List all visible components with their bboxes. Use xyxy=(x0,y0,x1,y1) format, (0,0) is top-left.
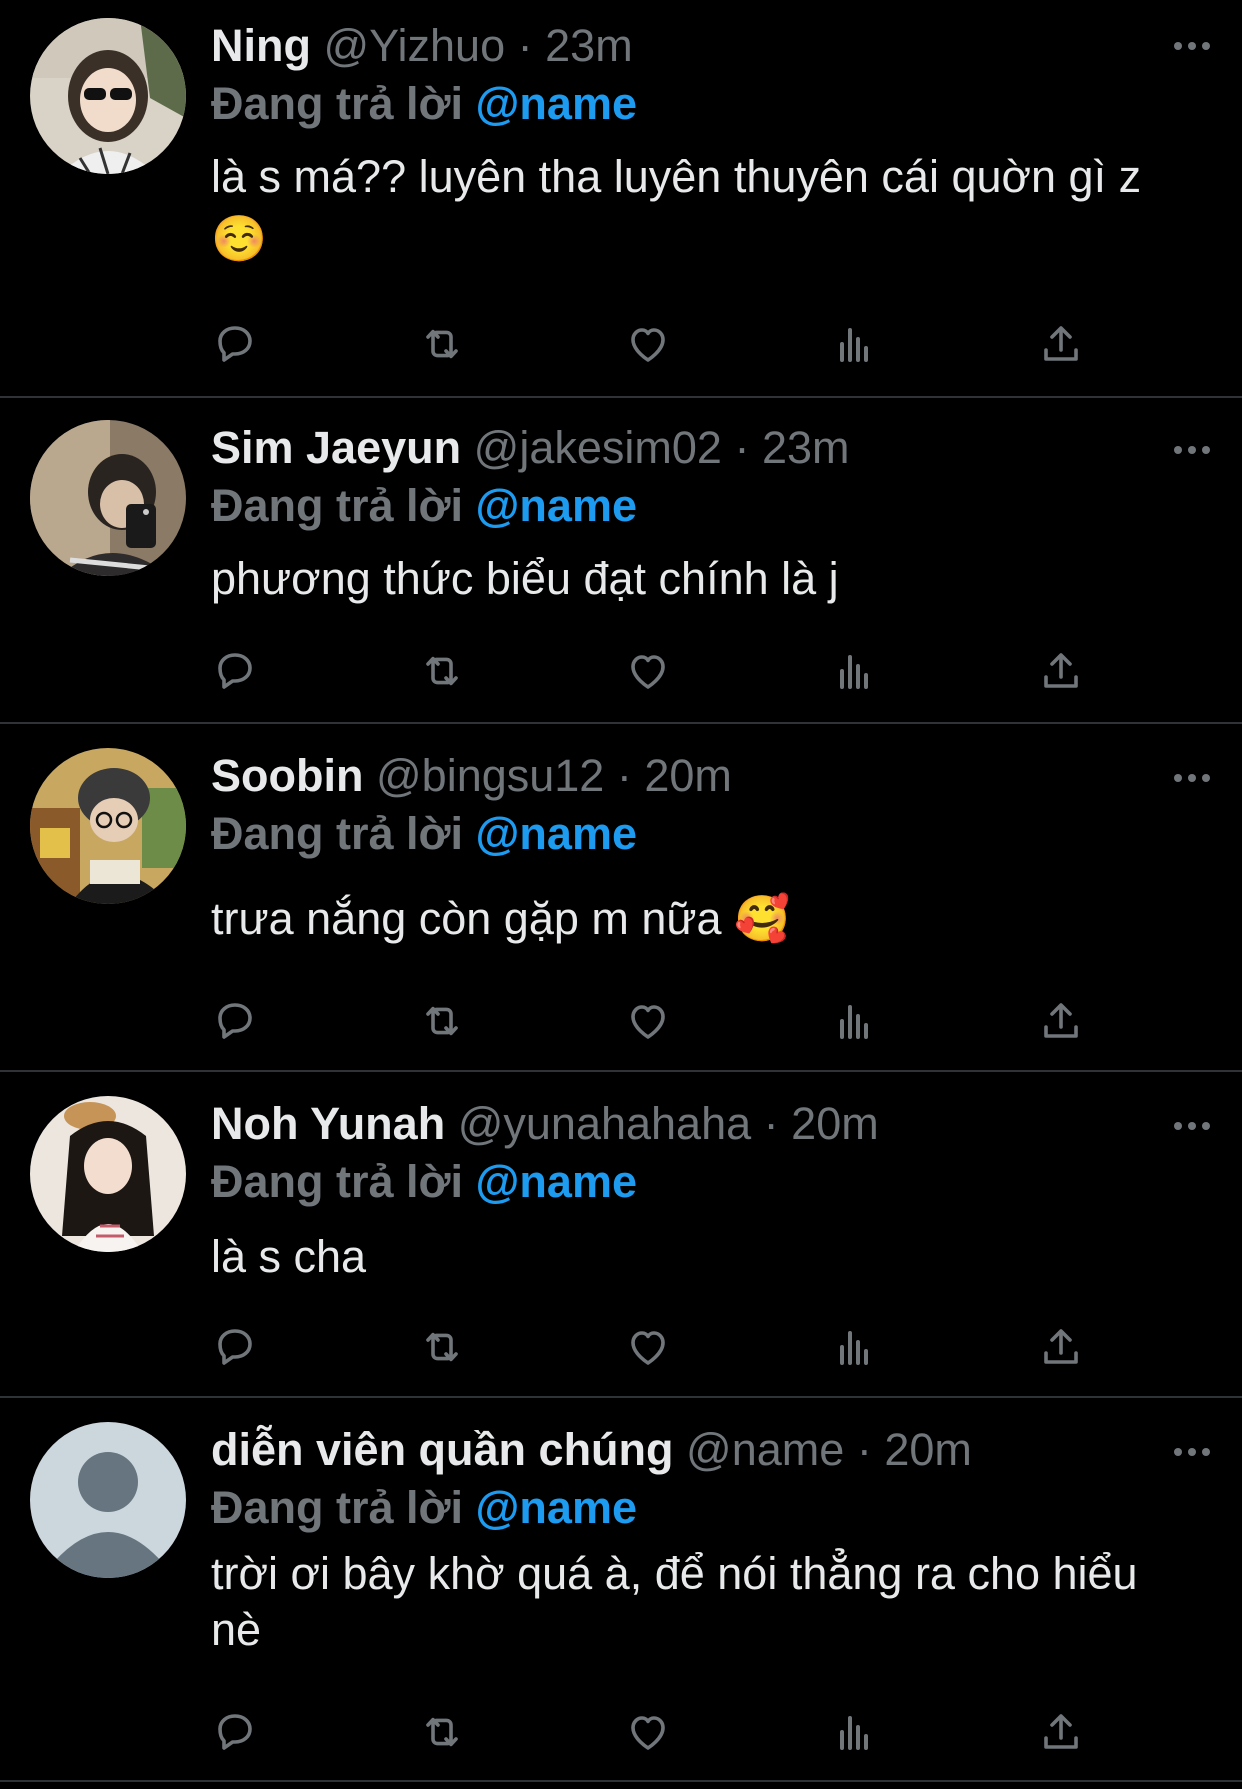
replying-label: Đang trả lời xyxy=(211,808,464,859)
views-icon[interactable] xyxy=(830,1323,880,1373)
avatar-photo xyxy=(30,748,186,904)
display-name[interactable]: Ning xyxy=(211,20,311,71)
more-icon[interactable] xyxy=(1172,1116,1212,1136)
action-bar xyxy=(211,320,1091,370)
tweet[interactable]: Noh Yunah @yunahahaha · 20m Đang trả lời… xyxy=(0,1072,1242,1398)
mention-link[interactable]: @name xyxy=(476,1482,637,1533)
action-bar xyxy=(211,1323,1091,1373)
action-bar xyxy=(211,1708,1091,1758)
display-name[interactable]: Noh Yunah xyxy=(211,1098,445,1149)
views-icon[interactable] xyxy=(830,997,880,1047)
tweet-text: trời ơi bây khờ quá à, để nói thẳng ra c… xyxy=(211,1548,1138,1655)
like-icon[interactable] xyxy=(624,647,674,697)
timestamp[interactable]: 23m xyxy=(762,422,850,473)
user-handle[interactable]: @yunahahaha xyxy=(458,1098,751,1149)
display-name[interactable]: diễn viên quần chúng xyxy=(211,1424,674,1475)
separator-dot: · xyxy=(517,20,533,71)
replying-label: Đang trả lời xyxy=(211,480,464,531)
separator-dot: · xyxy=(616,750,632,801)
like-icon[interactable] xyxy=(624,1323,674,1373)
tweet-header: Soobin @bingsu12 · 20m xyxy=(211,748,732,804)
tweet[interactable]: diễn viên quần chúng @name · 20m Đang tr… xyxy=(0,1398,1242,1782)
reply-icon[interactable] xyxy=(211,1323,261,1373)
tweet-text: là s cha xyxy=(211,1231,367,1282)
tweet-text: là s má?? luyên tha luyên thuyên cái quờ… xyxy=(211,151,1142,264)
avatar[interactable] xyxy=(30,1096,186,1252)
user-handle[interactable]: @jakesim02 xyxy=(474,422,722,473)
like-icon[interactable] xyxy=(624,997,674,1047)
display-name[interactable]: Sim Jaeyun xyxy=(211,422,461,473)
user-handle[interactable]: @bingsu12 xyxy=(376,750,604,801)
avatar-photo xyxy=(30,420,186,576)
avatar-photo xyxy=(30,1096,186,1252)
retweet-icon[interactable] xyxy=(418,997,468,1047)
mention-link[interactable]: @name xyxy=(476,808,637,859)
timestamp[interactable]: 20m xyxy=(791,1098,879,1149)
retweet-icon[interactable] xyxy=(418,1708,468,1758)
mention-link[interactable]: @name xyxy=(476,480,637,531)
avatar[interactable] xyxy=(30,18,186,174)
replying-to: Đang trả lời @name xyxy=(211,1480,637,1536)
replying-label: Đang trả lời xyxy=(211,78,464,129)
reply-icon[interactable] xyxy=(211,320,261,370)
tweet-header: diễn viên quần chúng @name · 20m xyxy=(211,1422,972,1478)
replying-to: Đang trả lời @name xyxy=(211,1154,637,1210)
like-icon[interactable] xyxy=(624,320,674,370)
replying-to: Đang trả lời @name xyxy=(211,806,637,862)
default-avatar xyxy=(30,1422,186,1578)
share-icon[interactable] xyxy=(1037,647,1087,697)
more-icon[interactable] xyxy=(1172,1442,1212,1462)
user-handle[interactable]: @Yizhuo xyxy=(324,20,506,71)
avatar[interactable] xyxy=(30,748,186,904)
timestamp[interactable]: 20m xyxy=(884,1424,972,1475)
more-icon[interactable] xyxy=(1172,768,1212,788)
mention-link[interactable]: @name xyxy=(476,1156,637,1207)
more-icon[interactable] xyxy=(1172,36,1212,56)
avatar[interactable] xyxy=(30,420,186,576)
tweet[interactable]: Ning @Yizhuo · 23m Đang trả lời @name là… xyxy=(0,0,1242,398)
replying-label: Đang trả lời xyxy=(211,1482,464,1533)
retweet-icon[interactable] xyxy=(418,320,468,370)
replying-label: Đang trả lời xyxy=(211,1156,464,1207)
mention-link[interactable]: @name xyxy=(476,78,637,129)
action-bar xyxy=(211,647,1091,697)
more-icon[interactable] xyxy=(1172,440,1212,460)
timestamp[interactable]: 23m xyxy=(545,20,633,71)
user-handle[interactable]: @name xyxy=(686,1424,844,1475)
views-icon[interactable] xyxy=(830,647,880,697)
views-icon[interactable] xyxy=(830,1708,880,1758)
avatar[interactable] xyxy=(30,1422,186,1578)
share-icon[interactable] xyxy=(1037,320,1087,370)
views-icon[interactable] xyxy=(830,320,880,370)
tweet[interactable]: Sim Jaeyun @jakesim02 · 23m Đang trả lời… xyxy=(0,398,1242,724)
share-icon[interactable] xyxy=(1037,1323,1087,1373)
separator-dot: · xyxy=(734,422,750,473)
reply-icon[interactable] xyxy=(211,997,261,1047)
retweet-icon[interactable] xyxy=(418,647,468,697)
tweet-header: Ning @Yizhuo · 23m xyxy=(211,18,633,74)
action-bar xyxy=(211,997,1091,1047)
tweet[interactable]: Soobin @bingsu12 · 20m Đang trả lời @nam… xyxy=(0,724,1242,1072)
separator-dot: · xyxy=(763,1098,779,1149)
replying-to: Đang trả lời @name xyxy=(211,478,637,534)
share-icon[interactable] xyxy=(1037,997,1087,1047)
reply-icon[interactable] xyxy=(211,647,261,697)
tweet-header: Sim Jaeyun @jakesim02 · 23m xyxy=(211,420,850,476)
retweet-icon[interactable] xyxy=(418,1323,468,1373)
like-icon[interactable] xyxy=(624,1708,674,1758)
separator-dot: · xyxy=(856,1424,872,1475)
avatar-photo xyxy=(30,18,186,174)
tweet-header: Noh Yunah @yunahahaha · 20m xyxy=(211,1096,879,1152)
share-icon[interactable] xyxy=(1037,1708,1087,1758)
reply-icon[interactable] xyxy=(211,1708,261,1758)
display-name[interactable]: Soobin xyxy=(211,750,363,801)
tweet-text: trưa nắng còn gặp m nữa 🥰 xyxy=(211,893,791,944)
tweet-text: phương thức biểu đạt chính là j xyxy=(211,553,839,604)
timestamp[interactable]: 20m xyxy=(644,750,732,801)
replying-to: Đang trả lời @name xyxy=(211,76,637,132)
